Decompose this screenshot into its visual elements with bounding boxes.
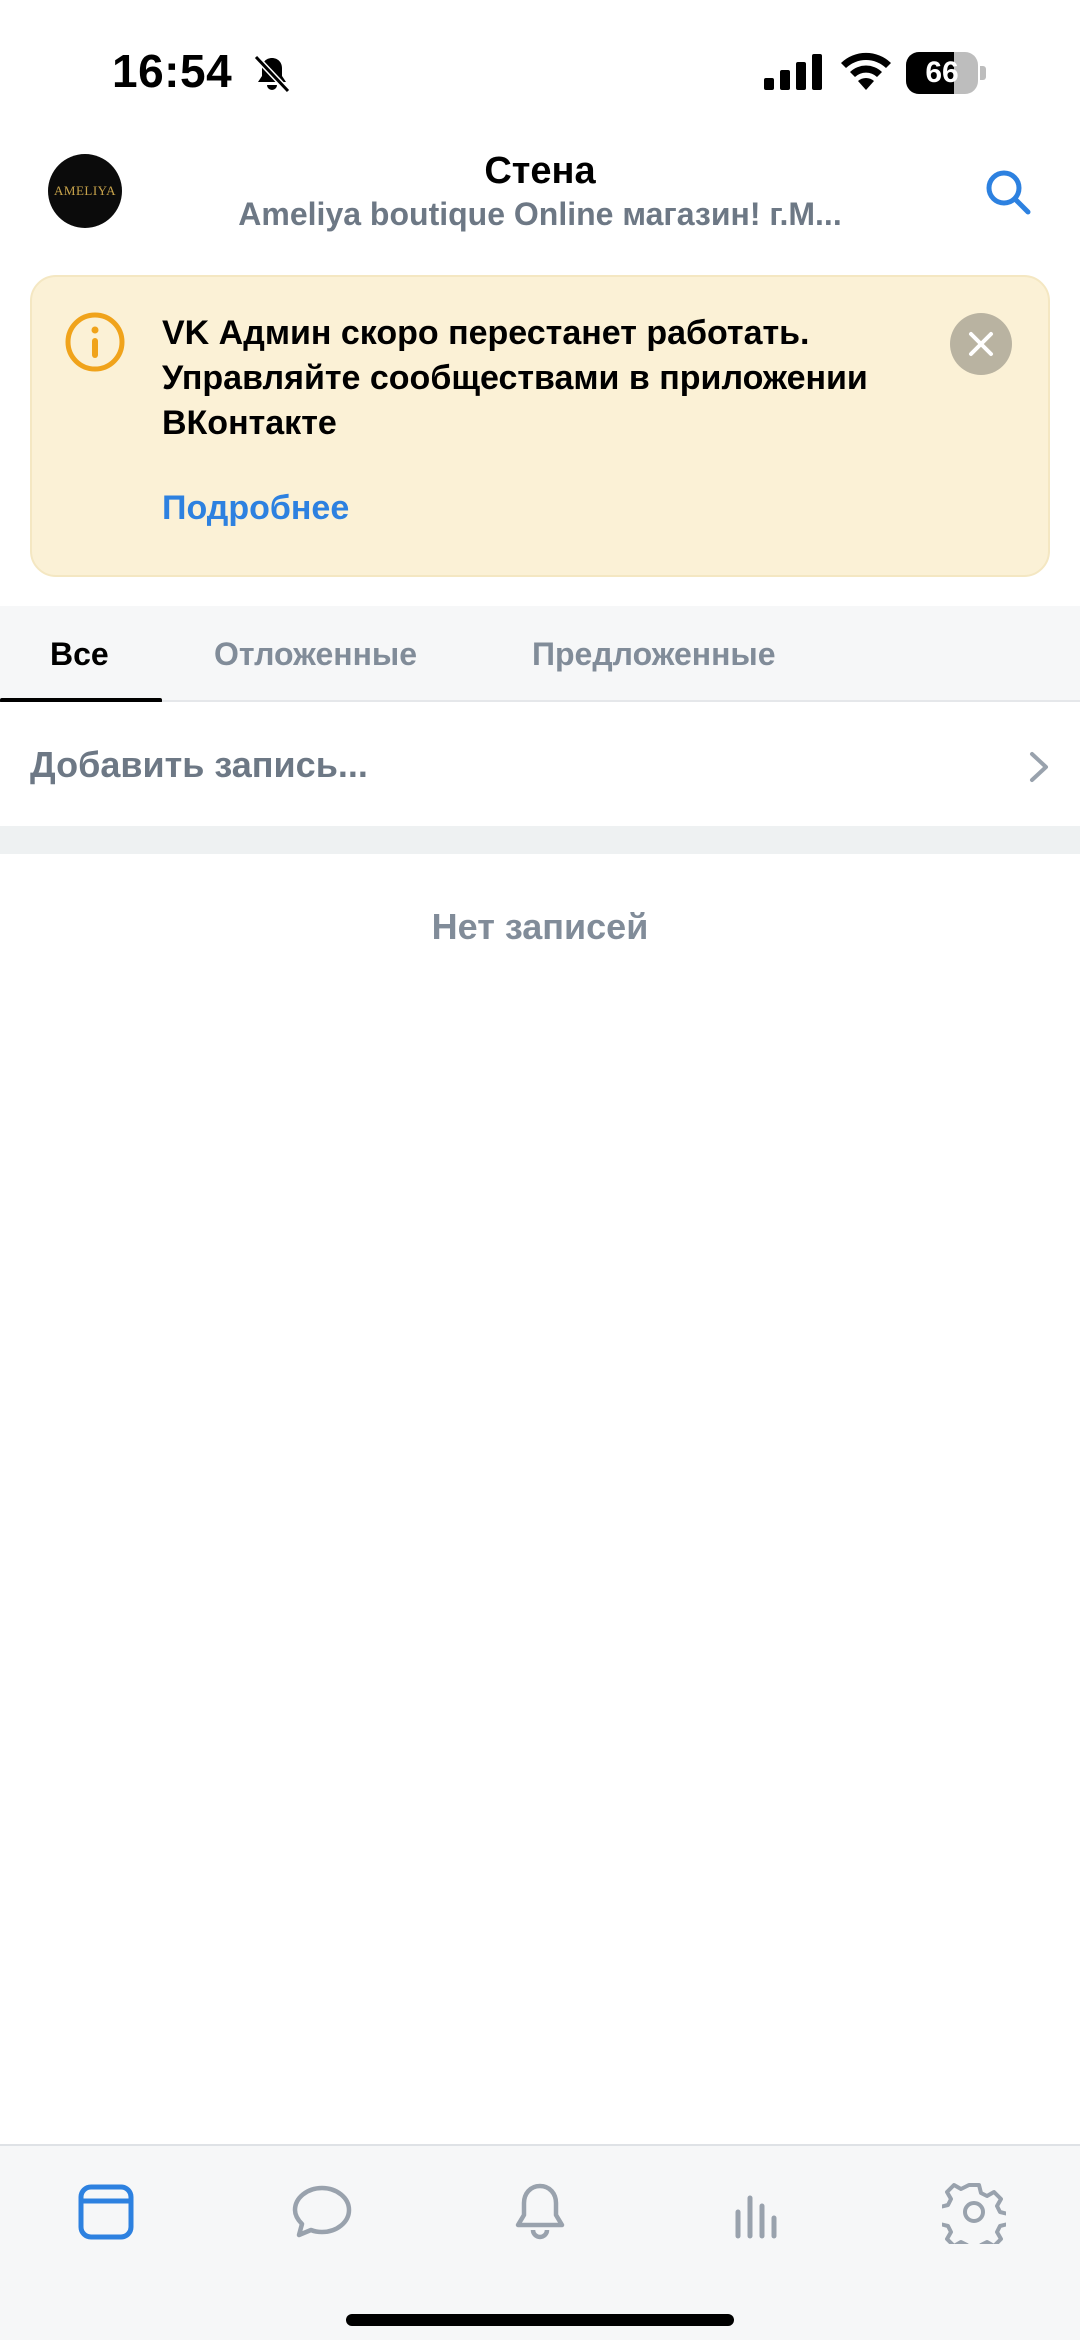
wifi-icon <box>841 52 891 90</box>
banner-message: VK Админ скоро перестанет работать. Упра… <box>162 314 868 442</box>
section-separator <box>0 826 1080 854</box>
add-post-label: Добавить запись... <box>30 744 368 785</box>
empty-state-text: Нет записей <box>431 906 649 947</box>
status-time: 16:54 <box>112 45 233 97</box>
tabbar-wall[interactable] <box>66 2172 146 2252</box>
header: AMELIYA Стена Ameliya boutique Online ма… <box>0 140 1080 270</box>
wall-tabs: Все Отложенные Предложенные <box>0 606 1080 703</box>
close-banner-button[interactable] <box>950 313 1012 375</box>
search-icon[interactable] <box>980 164 1036 220</box>
tabbar-notifications[interactable] <box>500 2172 580 2252</box>
community-name: Ameliya boutique Online магазин! г.М... <box>238 196 842 232</box>
more-info-link[interactable]: Подробнее <box>162 489 349 528</box>
tab-all[interactable]: Все <box>50 636 109 673</box>
messages-icon <box>292 2185 352 2238</box>
tabbar-statistics[interactable] <box>718 2172 798 2252</box>
chevron-right-icon <box>1030 752 1048 782</box>
status-bar: 16:54 66 <box>0 0 1080 140</box>
close-icon <box>969 332 993 356</box>
wall-icon <box>78 2184 134 2240</box>
tab-suggested[interactable]: Предложенные <box>532 636 776 673</box>
settings-icon <box>942 2183 1006 2244</box>
tabbar-messages[interactable] <box>282 2172 362 2252</box>
info-icon <box>65 312 125 372</box>
deprecation-banner: VK Админ скоро перестанет работать. Упра… <box>30 275 1050 577</box>
cellular-signal-icon <box>764 54 822 90</box>
tabbar-settings[interactable] <box>934 2172 1014 2252</box>
notifications-icon <box>515 2183 565 2240</box>
add-post-row[interactable]: Добавить запись... <box>0 702 1080 826</box>
statistics-icon <box>735 2195 777 2239</box>
bottom-tab-bar <box>0 2144 1080 2340</box>
battery-icon: 66 <box>906 52 986 94</box>
page-title: Стена <box>484 150 596 192</box>
tab-postponed[interactable]: Отложенные <box>214 636 417 673</box>
home-indicator[interactable] <box>346 2314 734 2326</box>
bell-muted-icon <box>253 54 291 94</box>
battery-level: 66 <box>925 56 959 89</box>
